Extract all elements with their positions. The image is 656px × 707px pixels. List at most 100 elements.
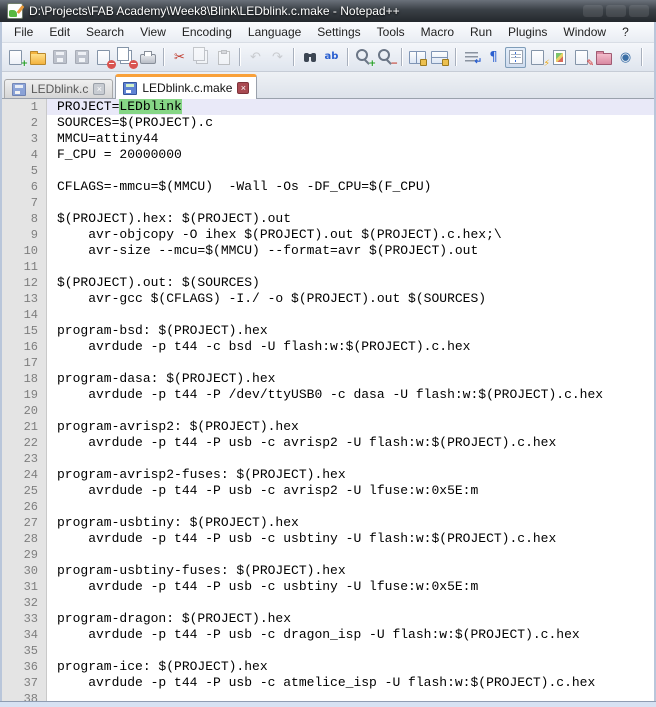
code-line[interactable]: 26 — [2, 499, 654, 515]
code-text: PROJECT=LEDblink — [47, 99, 654, 115]
code-line[interactable]: 17 — [2, 355, 654, 371]
code-line[interactable]: 11 — [2, 259, 654, 275]
code-line[interactable]: 29 — [2, 547, 654, 563]
close-tab-icon[interactable]: × — [237, 82, 250, 94]
code-line[interactable]: 23 — [2, 451, 654, 467]
menu-help[interactable]: ? — [614, 23, 637, 41]
show-all-characters-icon[interactable]: ¶ — [483, 47, 504, 68]
line-number: 5 — [2, 163, 47, 179]
paste-icon[interactable] — [213, 47, 234, 68]
minimize-button[interactable] — [583, 5, 603, 17]
code-line[interactable]: 13 avr-gcc $(CFLAGS) -I./ -o $(PROJECT).… — [2, 291, 654, 307]
close-all-icon[interactable]: − — [115, 47, 138, 69]
code-line[interactable]: 5 — [2, 163, 654, 179]
menu-view[interactable]: View — [132, 23, 174, 41]
code-line[interactable]: 6 CFLAGS=-mmcu=$(MMCU) -Wall -Os -DF_CPU=… — [2, 179, 654, 195]
menu-settings[interactable]: Settings — [309, 23, 368, 41]
replace-icon[interactable]: ab — [321, 47, 342, 68]
line-number: 10 — [2, 243, 47, 259]
code-text: avrdude -p t44 -P usb -c usbtiny -U flas… — [57, 531, 557, 546]
code-line[interactable]: 34 avrdude -p t44 -P usb -c dragon_isp -… — [2, 627, 654, 643]
editor[interactable]: 1 PROJECT=LEDblink 2 SOURCES=$(PROJECT).c 3 M… — [2, 99, 654, 701]
open-file-icon[interactable] — [27, 47, 48, 68]
menu-search[interactable]: Search — [78, 23, 132, 41]
code-line[interactable]: 37 avrdude -p t44 -P usb -c atmelice_isp… — [2, 675, 654, 691]
new-file-icon[interactable]: + — [5, 47, 28, 68]
code-line[interactable]: 18 program-dasa: $(PROJECT).hex — [2, 371, 654, 387]
save-icon[interactable] — [49, 47, 70, 68]
title-bar[interactable]: D:\Projects\FAB Academy\Week8\Blink\LEDb… — [0, 0, 656, 22]
code-line[interactable]: 22 avrdude -p t44 -P usb -c avrisp2 -U f… — [2, 435, 654, 451]
line-number: 14 — [2, 307, 47, 323]
code-line[interactable]: 38 — [2, 691, 654, 701]
show-indent-guide-icon[interactable] — [505, 46, 526, 68]
code-line[interactable]: 24 program-avrisp2-fuses: $(PROJECT).hex — [2, 467, 654, 483]
code-line[interactable]: 19 avrdude -p t44 -P /dev/ttyUSB0 -c das… — [2, 387, 654, 403]
code-line[interactable]: 33 program-dragon: $(PROJECT).hex — [2, 611, 654, 627]
zoom-out-icon[interactable]: − — [375, 47, 398, 68]
code-line[interactable]: 1 PROJECT=LEDblink — [2, 99, 654, 115]
menu-edit[interactable]: Edit — [41, 23, 78, 41]
tab-ledblink-c[interactable]: LEDblink.c × — [4, 79, 114, 98]
document-switcher-icon[interactable]: ✎ — [571, 47, 594, 68]
code-line[interactable]: 14 — [2, 307, 654, 323]
find-icon[interactable] — [299, 47, 320, 68]
line-number: 28 — [2, 531, 47, 547]
menu-file[interactable]: File — [6, 23, 41, 41]
menu-encoding[interactable]: Encoding — [174, 23, 240, 41]
print-icon[interactable] — [137, 47, 158, 68]
undo-icon[interactable]: ↶ — [245, 47, 266, 68]
tab-ledblink-c-make[interactable]: LEDblink.c.make × — [115, 74, 258, 99]
code-line[interactable]: 32 — [2, 595, 654, 611]
code-line[interactable]: 15 program-bsd: $(PROJECT).hex — [2, 323, 654, 339]
zoom-in-icon[interactable]: + — [353, 47, 376, 68]
function-list-icon[interactable]: ⚡ — [527, 47, 550, 68]
close-tab-icon[interactable]: × — [93, 83, 106, 95]
menu-window[interactable]: Window — [555, 23, 614, 41]
code-line[interactable]: 3 MMCU=attiny44 — [2, 131, 654, 147]
code-line[interactable]: 7 — [2, 195, 654, 211]
sync-horizontal-scroll-icon[interactable] — [429, 47, 450, 68]
code-line[interactable]: 2 SOURCES=$(PROJECT).c — [2, 115, 654, 131]
code-line[interactable]: 35 — [2, 643, 654, 659]
sync-vertical-scroll-icon[interactable] — [407, 47, 428, 68]
cut-icon[interactable]: ✂ — [169, 47, 190, 68]
code-line[interactable]: 16 avrdude -p t44 -c bsd -U flash:w:$(PR… — [2, 339, 654, 355]
code-line[interactable]: 28 avrdude -p t44 -P usb -c usbtiny -U f… — [2, 531, 654, 547]
close-button[interactable] — [629, 5, 649, 17]
menu-tools[interactable]: Tools — [369, 23, 413, 41]
menu-plugins[interactable]: Plugins — [500, 23, 555, 41]
code-line[interactable]: 12 $(PROJECT).out: $(SOURCES) — [2, 275, 654, 291]
word-wrap-icon[interactable] — [461, 47, 482, 68]
menu-run[interactable]: Run — [462, 23, 500, 41]
code-line[interactable]: 8 $(PROJECT).hex: $(PROJECT).out — [2, 211, 654, 227]
save-all-icon[interactable] — [71, 47, 92, 68]
document-map-icon[interactable] — [549, 47, 570, 68]
code-line[interactable]: 21 program-avrisp2: $(PROJECT).hex — [2, 419, 654, 435]
line-number: 36 — [2, 659, 47, 675]
close-icon[interactable]: − — [93, 47, 116, 69]
code-line[interactable]: 27 program-usbtiny: $(PROJECT).hex — [2, 515, 654, 531]
maximize-button[interactable] — [606, 5, 626, 17]
code-line[interactable]: 25 avrdude -p t44 -P usb -c avrisp2 -U l… — [2, 483, 654, 499]
code-line[interactable]: 9 avr-objcopy -O ihex $(PROJECT).out $(P… — [2, 227, 654, 243]
line-number: 1 — [2, 99, 47, 115]
project-panel-icon[interactable] — [593, 47, 614, 68]
code-line[interactable]: 36 program-ice: $(PROJECT).hex — [2, 659, 654, 675]
copy-icon[interactable] — [191, 47, 212, 68]
menu-language[interactable]: Language — [240, 23, 309, 41]
redo-icon[interactable]: ↷ — [267, 47, 288, 68]
document-monitor-icon[interactable]: ◉ — [615, 47, 636, 68]
code-line[interactable]: 10 avr-size --mcu=$(MMCU) --format=avr $… — [2, 243, 654, 259]
code-line[interactable]: 20 — [2, 403, 654, 419]
code-line[interactable]: 4 F_CPU = 20000000 — [2, 147, 654, 163]
code-line[interactable]: 31 avrdude -p t44 -P usb -c usbtiny -U l… — [2, 579, 654, 595]
code-line[interactable]: 30 program-usbtiny-fuses: $(PROJECT).hex — [2, 563, 654, 579]
menu-macro[interactable]: Macro — [413, 23, 462, 41]
line-number: 3 — [2, 131, 47, 147]
line-number: 37 — [2, 675, 47, 691]
